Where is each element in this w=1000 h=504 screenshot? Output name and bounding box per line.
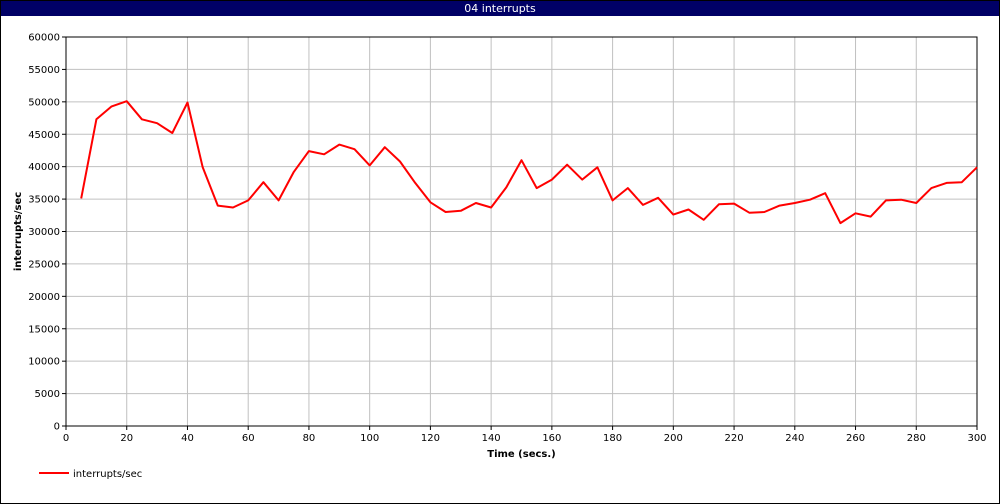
legend: interrupts/sec xyxy=(39,469,142,480)
y-axis-label: interrupts/sec xyxy=(13,192,24,271)
x-axis-label: Time (secs.) xyxy=(487,449,556,460)
y-tick-label: 20000 xyxy=(28,292,60,303)
x-tick-label: 40 xyxy=(181,433,194,444)
series-layer xyxy=(80,100,978,225)
x-tick-label: 180 xyxy=(603,433,622,444)
y-tick-label: 0 xyxy=(54,422,60,433)
x-tick-label: 280 xyxy=(907,433,926,444)
x-tick-label: 160 xyxy=(542,433,561,444)
y-tick-label: 10000 xyxy=(28,357,60,368)
x-tick-label: 100 xyxy=(360,433,379,444)
x-tick-label: 300 xyxy=(967,433,986,444)
chart-grid xyxy=(65,36,978,427)
x-tick-label: 120 xyxy=(421,433,440,444)
x-tick-label: 0 xyxy=(63,433,69,444)
x-tick-label: 220 xyxy=(725,433,744,444)
x-tick-label: 240 xyxy=(785,433,804,444)
axis-ticks: 0 20 40 60 80 100 120 140 160 180 200 220 240 260 280 3… xyxy=(28,33,986,445)
y-tick-label: 35000 xyxy=(28,195,60,206)
legend-label: interrupts/sec xyxy=(73,469,142,480)
x-tick-label: 260 xyxy=(846,433,865,444)
x-tick-label: 20 xyxy=(120,433,133,444)
y-tick-label: 50000 xyxy=(28,97,60,108)
y-tick-label: 60000 xyxy=(28,33,60,44)
y-tick-label: 45000 xyxy=(28,130,60,141)
x-tick-label: 140 xyxy=(482,433,501,444)
y-tick-label: 55000 xyxy=(28,65,60,76)
y-tick-label: 25000 xyxy=(28,259,60,270)
y-tick-label: 5000 xyxy=(35,389,60,400)
x-tick-label: 200 xyxy=(664,433,683,444)
line-chart: 0 20 40 60 80 100 120 140 160 180 200 220 240 260 280 3… xyxy=(13,33,987,481)
x-tick-label: 80 xyxy=(303,433,316,444)
y-tick-label: 40000 xyxy=(28,162,60,173)
y-tick-label: 30000 xyxy=(28,227,60,238)
series-line xyxy=(80,100,978,225)
chart-window: 04 interrupts 0 20 40 60 80 100 120 140 160 180 20… xyxy=(0,0,1000,504)
y-tick-label: 15000 xyxy=(28,324,60,335)
x-tick-label: 60 xyxy=(242,433,255,444)
